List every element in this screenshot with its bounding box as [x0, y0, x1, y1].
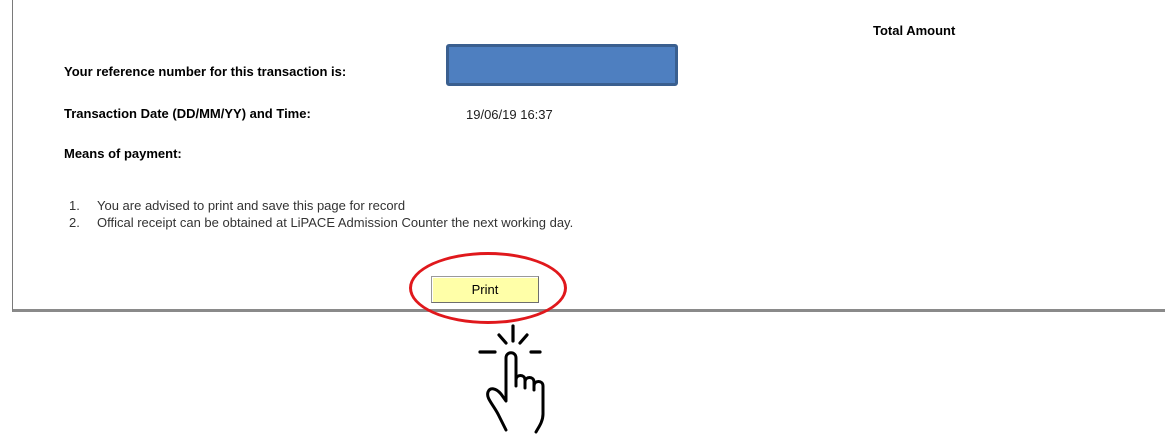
reference-number-redacted [446, 44, 678, 86]
hand-pointer-click-icon [478, 324, 545, 434]
note-number: 1. [69, 198, 80, 213]
print-button[interactable]: Print [431, 276, 539, 303]
reference-label: Your reference number for this transacti… [64, 64, 347, 79]
note-text: You are advised to print and save this p… [97, 198, 406, 213]
total-amount-label: Total Amount [873, 23, 956, 38]
means-of-payment-label: Means of payment: [64, 146, 182, 161]
list-item: 2. Offical receipt can be obtained at LiP… [69, 214, 573, 231]
transaction-date-label: Transaction Date (DD/MM/YY) and Time: [64, 106, 311, 121]
note-text: Offical receipt can be obtained at LiPAC… [97, 215, 574, 230]
receipt-panel: Total Amount Your reference number for t… [12, 0, 1165, 312]
list-item: 1. You are advised to print and save this… [69, 197, 573, 214]
notes-list: 1. You are advised to print and save this… [69, 197, 573, 231]
note-number: 2. [69, 215, 80, 230]
transaction-date-value: 19/06/19 16:37 [466, 107, 553, 122]
